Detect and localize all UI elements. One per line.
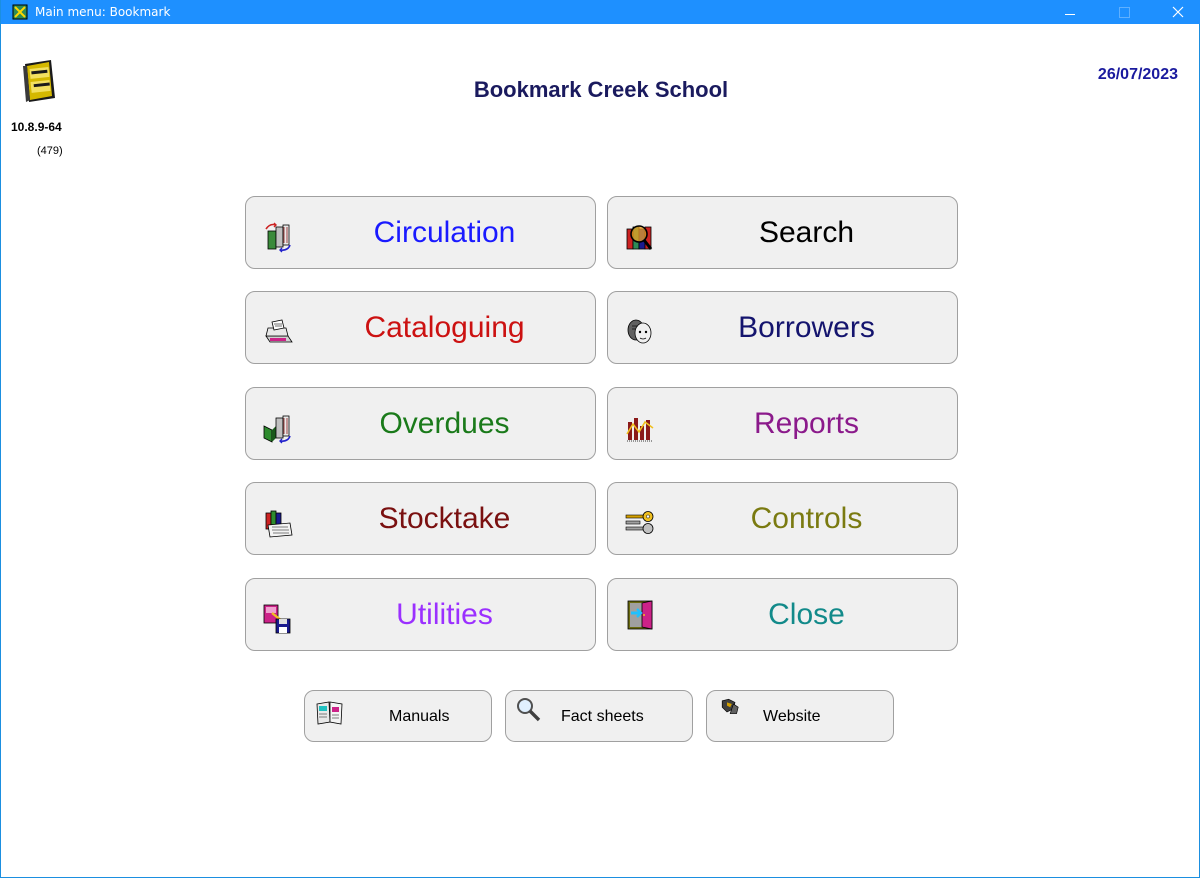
circulation-button[interactable]: Circulation	[245, 196, 596, 269]
build-number: (479)	[37, 145, 63, 157]
title-bar[interactable]: Main menu: Bookmark	[1, 0, 1200, 24]
website-button[interactable]: Website	[706, 690, 894, 742]
close-window-button[interactable]	[1155, 0, 1200, 24]
borrowers-label: Borrowers	[738, 310, 875, 344]
website-label: Website	[763, 708, 821, 725]
maximize-button[interactable]	[1101, 0, 1147, 24]
app-icon	[12, 4, 28, 20]
fact-sheets-label: Fact sheets	[561, 708, 644, 725]
people-faces-icon	[627, 319, 652, 344]
school-name: Bookmark Creek School	[473, 77, 729, 102]
search-magnifier-icon	[626, 225, 653, 250]
reports-label: Reports	[753, 406, 860, 440]
books-exchange-icon	[265, 222, 291, 253]
cataloguing-button[interactable]: Cataloguing	[245, 291, 596, 364]
circulation-label: Circulation	[373, 215, 516, 249]
stocktake-books-icon	[265, 510, 293, 538]
manuals-button[interactable]: Manuals	[304, 690, 492, 742]
stocktake-label: Stocktake	[378, 501, 511, 535]
bar-chart-icon	[626, 418, 654, 442]
overdue-books-icon	[263, 415, 291, 444]
cataloguing-label: Cataloguing	[364, 310, 525, 344]
fact-sheets-button[interactable]: Fact sheets	[505, 690, 693, 742]
stocktake-button[interactable]: Stocktake	[245, 482, 596, 555]
close-button[interactable]: Close	[607, 578, 958, 651]
search-label: Search	[758, 215, 855, 249]
card-catalogue-icon	[265, 319, 293, 343]
minimize-button[interactable]	[1047, 0, 1093, 24]
exit-door-icon	[627, 600, 653, 630]
utilities-disk-icon	[263, 604, 291, 634]
utilities-label: Utilities	[396, 597, 493, 631]
overdues-button[interactable]: Overdues	[245, 387, 596, 460]
keys-icon	[625, 511, 654, 534]
reports-button[interactable]: Reports	[607, 387, 958, 460]
magnifier-icon	[517, 698, 541, 722]
close-label: Close	[768, 597, 845, 631]
controls-button[interactable]: Controls	[607, 482, 958, 555]
main-window: Main menu: Bookmark 10.8.9-64 (479) Book…	[0, 0, 1200, 878]
manuals-label: Manuals	[389, 708, 450, 725]
minimize-icon	[1065, 13, 1075, 15]
search-button[interactable]: Search	[607, 196, 958, 269]
window-title: Main menu: Bookmark	[35, 5, 171, 19]
current-date: 26/07/2023	[1097, 66, 1178, 83]
close-icon	[1172, 6, 1184, 18]
utilities-button[interactable]: Utilities	[245, 578, 596, 651]
globe-hand-icon	[721, 698, 739, 714]
controls-label: Controls	[750, 501, 863, 535]
borrowers-button[interactable]: Borrowers	[607, 291, 958, 364]
overdues-label: Overdues	[379, 406, 510, 440]
manual-book-icon	[316, 701, 343, 725]
maximize-icon	[1118, 6, 1130, 18]
version-number: 10.8.9-64	[11, 120, 62, 134]
